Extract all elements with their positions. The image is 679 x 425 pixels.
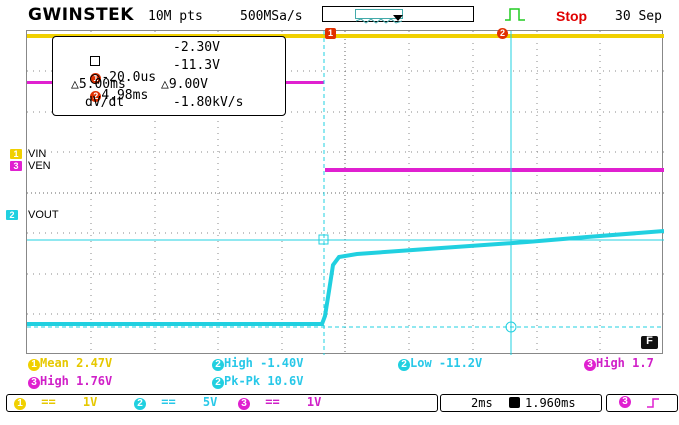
cursor-1-value: -2.30V <box>173 40 220 55</box>
cursor-2-tag[interactable]: 2 <box>497 28 508 39</box>
ch2-label: VOUT <box>28 209 59 221</box>
trigger-position-marker-icon <box>393 15 403 21</box>
brand-logo: GWINSTEK <box>28 5 134 25</box>
ch3-scale-readout[interactable]: 3 == 1V <box>238 395 321 410</box>
status-bar: GWINSTEK 10M pts 500MSa/s Stop 30 Sep <box>0 0 679 30</box>
ch3-marker[interactable]: 3 <box>10 161 22 171</box>
measurement-ch2-high: 2 High -1.40V <box>212 356 303 371</box>
rate-label: dV/dt <box>85 95 125 110</box>
channel-settings-bar: 1 == 1V 2 == 5V 3 == 1V 2ms 1.960ms 3 <box>0 394 679 412</box>
measurement-ch3-high: 3 High 1.76V <box>28 374 112 389</box>
delta-time: △5.00ms <box>71 77 126 92</box>
cursor-readout-panel: 1 -20.0us -2.30V 2 4.98ms -11.3V △5.00ms △… <box>52 36 286 116</box>
memory-depth: 10M pts <box>148 9 203 24</box>
ch3-label: VEN <box>28 160 51 172</box>
delta-value: △9.00V <box>161 77 208 92</box>
ch1-marker[interactable]: 1 <box>10 149 22 159</box>
measurement-ch3-high-partial: 3 High 1.7 <box>584 356 654 371</box>
measurement-ch2-low: 2 Low -11.2V <box>398 356 482 371</box>
trigger-edge-icon <box>505 8 525 21</box>
measurement-ch1-mean: 1 Mean 2.47V <box>28 356 112 371</box>
ch1-label: VIN <box>28 148 47 160</box>
horizontal-position-icon <box>509 397 520 408</box>
trigger-settings[interactable]: 3 <box>606 394 678 412</box>
date-display: 30 Sep <box>615 9 662 24</box>
run-stop-status[interactable]: Stop <box>556 8 587 24</box>
function-key-indicator[interactable]: F <box>641 336 658 349</box>
timebase-readout[interactable]: 2ms 1.960ms <box>440 394 602 412</box>
horizontal-position-value: 1.960ms <box>525 396 576 410</box>
ch2-scale-readout[interactable]: 2 == 5V <box>134 395 217 410</box>
rate-value: -1.80kV/s <box>173 95 244 110</box>
ch1-scale-readout[interactable]: 1 == 1V <box>14 395 97 410</box>
timebase-value: 2ms <box>471 396 493 410</box>
rising-edge-icon <box>647 398 659 408</box>
cursor-1-tag[interactable]: 1 <box>325 28 336 39</box>
ch2-marker[interactable]: 2 <box>6 210 18 220</box>
measurement-ch2-pkpk: 2 Pk-Pk 10.6V <box>212 374 303 389</box>
waveform-navigator[interactable] <box>322 6 474 24</box>
cursor-2-value: -11.3V <box>173 58 220 73</box>
sample-rate: 500MSa/s <box>240 9 303 24</box>
